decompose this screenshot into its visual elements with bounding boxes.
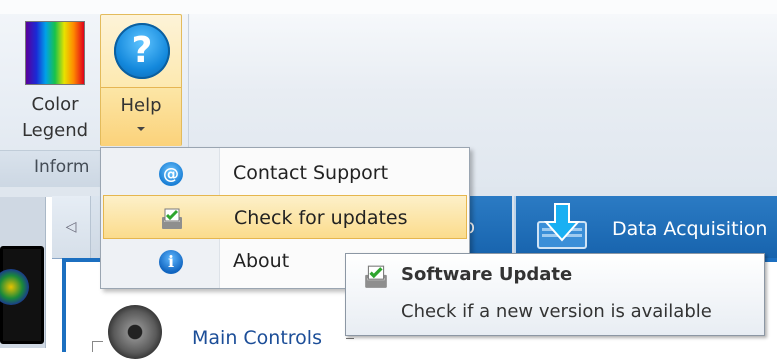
menu-item-check-for-updates[interactable]: Check for updates [103, 195, 467, 239]
section-title-line [346, 338, 354, 339]
menu-item-label: Check for updates [234, 207, 408, 229]
color-legend-button[interactable]: Color Legend [12, 16, 98, 146]
left-thumbnail[interactable] [0, 246, 44, 344]
tab-data-acquisition[interactable]: Data Acquisition [514, 196, 777, 258]
download-check-icon [162, 208, 182, 229]
gear-icon [108, 305, 162, 359]
tooltip-software-update: Software Update Check if a new version i… [345, 253, 765, 336]
tooltip-title: Software Update [401, 264, 573, 285]
color-legend-label-line2: Legend [21, 120, 89, 141]
tooltip-description: Check if a new version is available [401, 301, 712, 322]
section-title: Main Controls [192, 327, 322, 349]
chevron-down-icon [137, 127, 145, 131]
lens-icon [0, 269, 29, 305]
download-check-icon [365, 265, 387, 288]
menu-item-label: Contact Support [233, 162, 389, 184]
at-sign-icon: @ [159, 162, 183, 186]
color-legend-label-line1: Color [31, 94, 79, 115]
menu-item-label: About [233, 250, 290, 272]
title-strip [0, 0, 777, 14]
tab-scroll-left-button[interactable]: ◁ [52, 196, 91, 258]
download-arrow-icon [537, 203, 587, 249]
question-icon: ? [114, 23, 170, 79]
info-icon: i [159, 250, 183, 274]
ribbon-group-label: Inform [34, 157, 90, 177]
section-frame [92, 341, 103, 352]
help-button[interactable]: ? Help [100, 14, 182, 146]
help-label: Help [120, 95, 162, 116]
spectrum-icon [26, 22, 84, 84]
tab-data-acquisition-label: Data Acquisition [612, 218, 768, 240]
menu-item-contact-support[interactable]: @ Contact Support [103, 151, 467, 195]
